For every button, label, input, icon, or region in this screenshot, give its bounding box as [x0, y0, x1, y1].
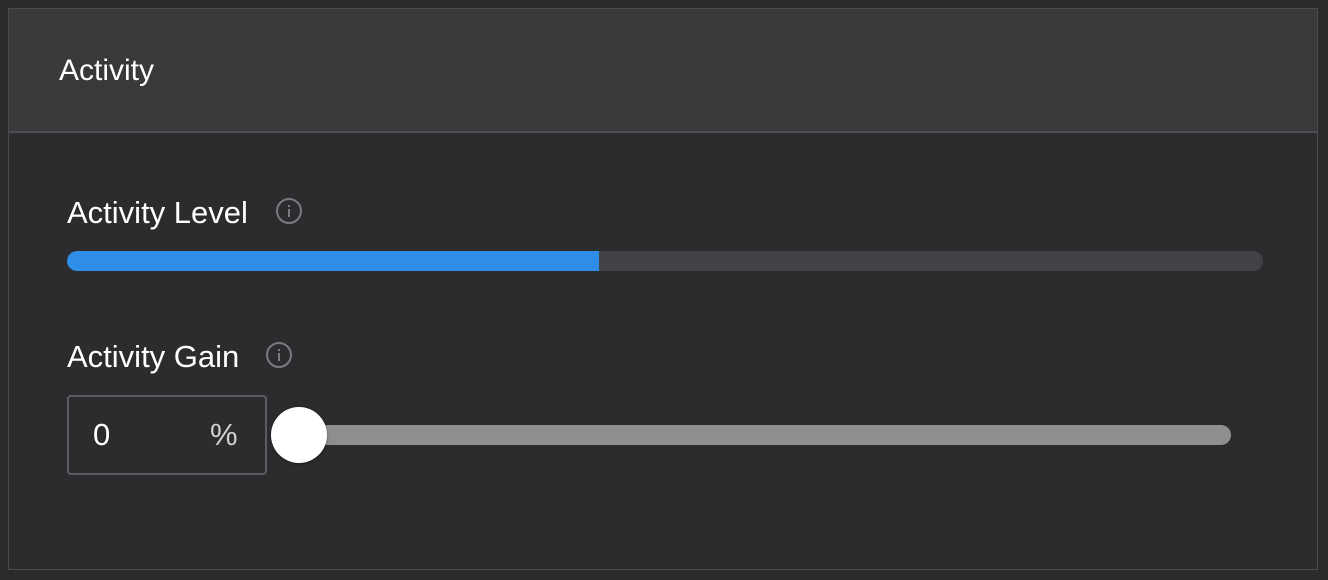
- activity-gain-unit: %: [210, 417, 238, 452]
- activity-level-info-icon[interactable]: [276, 198, 302, 224]
- panel-header: Activity: [9, 9, 1317, 133]
- activity-gain-input[interactable]: [93, 415, 183, 455]
- activity-gain-slider-thumb[interactable]: [271, 407, 327, 463]
- activity-level-label: Activity Level: [67, 195, 248, 230]
- panel-title: Activity: [59, 54, 155, 87]
- activity-level-meter-fill: [67, 251, 600, 271]
- activity-gain-slider-track[interactable]: [299, 425, 1231, 445]
- activity-gain-info-icon[interactable]: [266, 342, 292, 368]
- activity-gain-label: Activity Gain: [67, 339, 240, 374]
- activity-level-meter: [67, 251, 1263, 271]
- activity-gain-field[interactable]: %: [67, 395, 267, 475]
- activity-panel: Activity Activity Level Activity Gain %: [8, 8, 1318, 570]
